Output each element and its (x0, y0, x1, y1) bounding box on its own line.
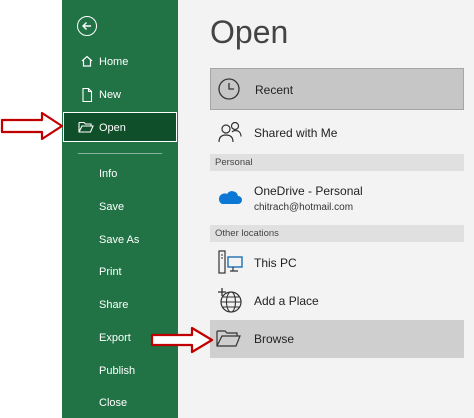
nav-save-as[interactable]: Save As (64, 226, 176, 254)
this-pc-option[interactable]: This PC (210, 246, 464, 280)
nav-home[interactable]: Home (64, 48, 176, 76)
nav-new-label: New (99, 89, 122, 101)
nav-print-label: Print (99, 266, 122, 278)
onedrive-label: OneDrive - Personal (254, 184, 363, 198)
annotation-arrow-icon (0, 111, 64, 141)
nav-save-as-label: Save As (99, 234, 140, 246)
nav-info[interactable]: Info (64, 160, 176, 188)
open-folder-icon (78, 120, 94, 136)
browse-label: Browse (254, 332, 295, 346)
nav-publish-label: Publish (99, 365, 136, 377)
computer-icon (216, 249, 244, 280)
left-margin (0, 0, 62, 418)
browse-option[interactable]: Browse (210, 320, 464, 358)
nav-info-label: Info (99, 168, 118, 180)
nav-close-label: Close (99, 397, 128, 409)
shared-with-me-option[interactable]: Shared with Me (210, 116, 464, 152)
home-icon (80, 54, 94, 70)
nav-publish[interactable]: Publish (64, 357, 176, 385)
nav-share-label: Share (99, 299, 129, 311)
recent-label: Recent (255, 83, 294, 97)
nav-save-label: Save (99, 201, 125, 213)
nav-open-label: Open (99, 122, 126, 134)
nav-save[interactable]: Save (64, 193, 176, 221)
annotation-arrow-icon (150, 326, 214, 354)
this-pc-label: This PC (254, 256, 297, 270)
onedrive-option[interactable]: OneDrive - Personal chitrach@hotmail.com (210, 178, 464, 222)
onedrive-cloud-icon (216, 188, 242, 209)
nav-close[interactable]: Close (64, 389, 176, 417)
personal-header: Personal (210, 154, 464, 171)
clock-icon (217, 77, 241, 104)
recent-option[interactable]: Recent (210, 68, 464, 110)
nav-new[interactable]: New (64, 81, 176, 109)
nav-open[interactable]: Open (63, 112, 177, 142)
add-a-place-option[interactable]: Add a Place (210, 284, 464, 318)
people-icon (216, 120, 244, 149)
add-a-place-label: Add a Place (254, 294, 319, 308)
page-title: Open (210, 14, 289, 50)
nav-print[interactable]: Print (64, 258, 176, 286)
back-arrow-icon[interactable] (77, 16, 97, 36)
globe-add-icon (216, 287, 244, 318)
folder-icon (216, 328, 242, 351)
new-document-icon (80, 87, 94, 103)
other-locations-header: Other locations (210, 225, 464, 242)
nav-home-label: Home (99, 56, 129, 68)
nav-share[interactable]: Share (64, 291, 176, 319)
sidebar-divider (78, 153, 162, 154)
nav-export-label: Export (99, 332, 131, 344)
shared-label: Shared with Me (254, 126, 338, 140)
onedrive-email: chitrach@hotmail.com (254, 202, 354, 213)
